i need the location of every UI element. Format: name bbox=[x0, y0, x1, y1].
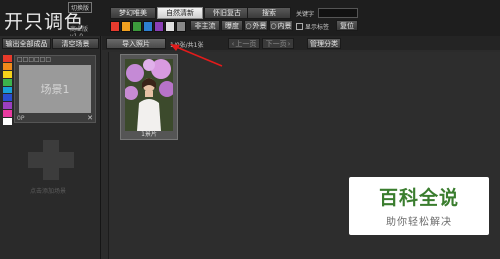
tab-dreamy[interactable]: 梦幻唯美 bbox=[110, 7, 156, 19]
indoor-toggle[interactable]: ○ 内景 bbox=[269, 20, 293, 31]
reset-button[interactable]: 复位 bbox=[336, 20, 358, 31]
export-all-button[interactable]: 输出全部成品 bbox=[2, 38, 51, 49]
show-label-checkbox[interactable]: 显示标签 bbox=[296, 22, 329, 31]
add-scene-label: 点击添加场景 bbox=[30, 188, 67, 195]
swatch-gray[interactable] bbox=[176, 21, 186, 32]
prev-page-label: 上一页 bbox=[235, 39, 257, 48]
plus-icon bbox=[26, 140, 76, 180]
swatch-white[interactable] bbox=[165, 21, 175, 32]
palette-yellow[interactable] bbox=[3, 70, 12, 78]
palette-orange[interactable] bbox=[3, 62, 12, 70]
import-photos-button[interactable]: 导入照片 bbox=[106, 38, 166, 49]
watermark-badge: 百科全说 助你轻松解决 bbox=[349, 177, 489, 235]
scene-card[interactable]: □□□□□□ 场景1 0P ✕ bbox=[14, 55, 96, 123]
keyword-input[interactable] bbox=[318, 8, 358, 18]
next-page-button[interactable]: 下一页 › bbox=[262, 38, 294, 49]
checkbox-icon bbox=[296, 23, 303, 30]
swatch-red[interactable] bbox=[110, 21, 120, 32]
swatch-orange[interactable] bbox=[121, 21, 131, 32]
indoor-label: 内景 bbox=[277, 21, 292, 30]
palette-red[interactable] bbox=[3, 55, 12, 62]
swatch-blue[interactable] bbox=[143, 21, 153, 32]
edition-switch-badge[interactable]: 切换版 bbox=[68, 2, 93, 13]
brightness-button[interactable]: 曝度 bbox=[221, 20, 243, 31]
keyword-label: 关键字 bbox=[296, 11, 315, 18]
palette-strip bbox=[3, 55, 12, 126]
tab-vintage[interactable]: 怀旧复古 bbox=[204, 7, 250, 19]
add-scene-button[interactable]: 点击添加场景 bbox=[26, 140, 76, 200]
close-icon[interactable]: ✕ bbox=[87, 114, 93, 122]
next-page-label: 下一页 bbox=[265, 39, 287, 48]
tab-natural-fresh[interactable]: 自然清新 bbox=[157, 7, 203, 19]
outdoor-toggle[interactable]: ○ 外景 bbox=[244, 20, 268, 31]
scene-photo-count: 0P bbox=[17, 115, 25, 122]
manage-categories-button[interactable]: 管理分类 bbox=[307, 38, 341, 49]
palette-cyan[interactable] bbox=[3, 86, 12, 94]
palette-purple[interactable] bbox=[3, 102, 12, 110]
outdoor-label: 外景 bbox=[252, 21, 267, 30]
chevron-right-icon: › bbox=[287, 39, 291, 48]
scene-thumbnail: 场景1 bbox=[19, 65, 91, 113]
non-mainstream-button[interactable]: 非主流 bbox=[190, 20, 220, 31]
radio-icon: ○ bbox=[270, 21, 277, 30]
palette-blue[interactable] bbox=[3, 94, 12, 102]
chevron-left-icon: ‹ bbox=[231, 39, 235, 48]
scene-tag: □□□□□□ bbox=[17, 56, 52, 63]
swatch-green[interactable] bbox=[132, 21, 142, 32]
prev-page-button[interactable]: ‹ 上一页 bbox=[228, 38, 260, 49]
annotation-arrow bbox=[170, 44, 223, 67]
scene-title: 场景1 bbox=[40, 83, 70, 96]
palette-pink[interactable] bbox=[3, 110, 12, 118]
app-logo: 开只调色 切换版 商业版v1.0 bbox=[4, 2, 100, 40]
palette-green[interactable] bbox=[3, 78, 12, 86]
photo-caption: 1景片 bbox=[141, 131, 157, 138]
search-button[interactable]: 搜索 bbox=[247, 7, 291, 19]
palette-white[interactable] bbox=[3, 118, 12, 126]
clear-scenes-button[interactable]: 清空场景 bbox=[52, 38, 99, 49]
radio-icon: ○ bbox=[245, 21, 252, 30]
watermark-subtitle: 助你轻松解决 bbox=[386, 217, 452, 228]
swatch-purple[interactable] bbox=[154, 21, 164, 32]
show-label-text: 显示标签 bbox=[305, 24, 330, 31]
watermark-title: 百科全说 bbox=[378, 187, 459, 209]
color-filter-row bbox=[110, 21, 192, 32]
